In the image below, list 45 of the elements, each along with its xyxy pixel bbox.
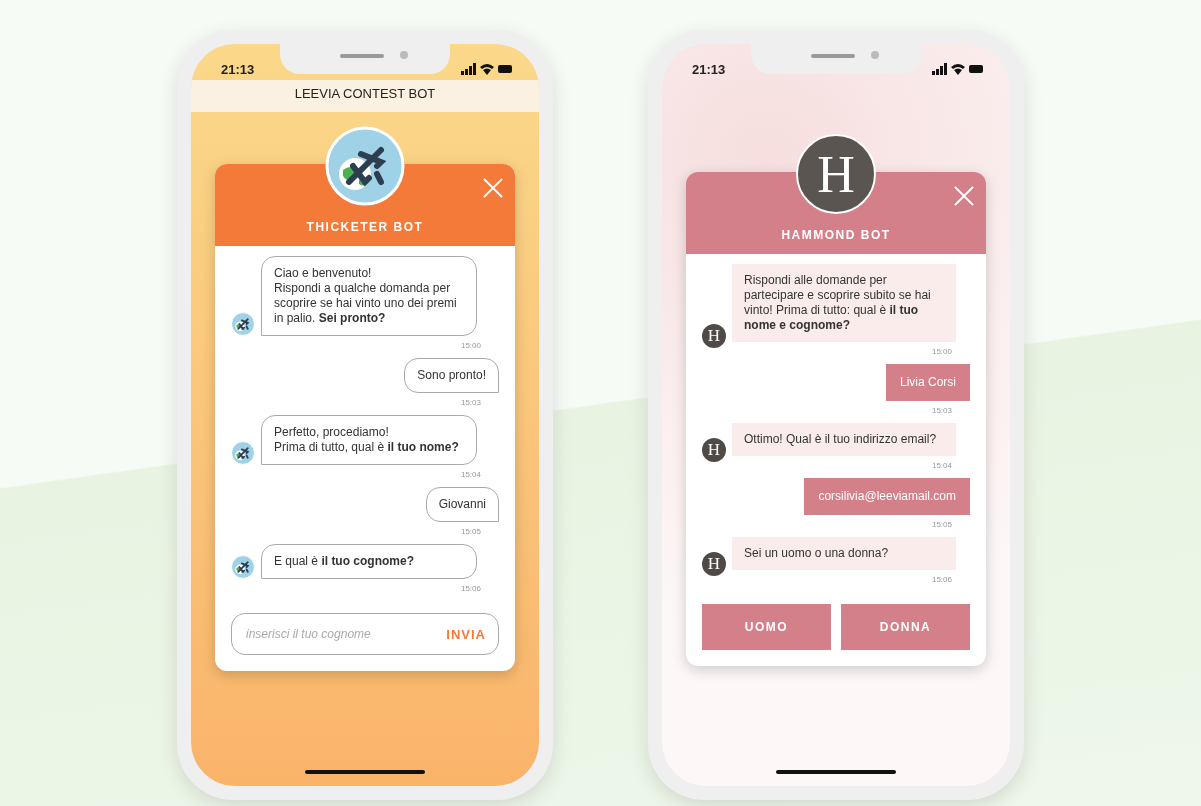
message-time: 15:06 xyxy=(930,574,953,586)
bot-name: HAMMOND BOT xyxy=(781,228,891,242)
status-time: 21:13 xyxy=(692,61,726,77)
bot-avatar: H xyxy=(702,438,726,462)
bot-logo: H xyxy=(796,134,876,214)
bot-avatar: H xyxy=(702,552,726,576)
send-button[interactable]: INVIA xyxy=(446,626,486,642)
app-title: LEEVIA CONTEST BOT xyxy=(294,86,436,101)
plane-logo-icon xyxy=(325,126,405,206)
bot-message: Sei un uomo o una donna? xyxy=(732,537,956,570)
close-icon[interactable] xyxy=(483,178,503,198)
message-time: 15:05 xyxy=(459,526,482,538)
status-icons xyxy=(461,63,513,75)
message-time: 15:04 xyxy=(459,469,482,481)
message-time: 15:03 xyxy=(459,397,482,409)
bot-message: E qual è il tuo cognome? xyxy=(261,544,477,579)
speaker-grille xyxy=(811,54,855,58)
choice-button[interactable]: DONNA xyxy=(841,604,970,650)
plane-avatar-icon xyxy=(231,441,255,465)
bot-message: Ottimo! Qual è il tuo indirizzo email? xyxy=(732,423,956,456)
plane-avatar-icon xyxy=(231,312,255,336)
choice-button[interactable]: UOMO xyxy=(702,604,831,650)
close-icon[interactable] xyxy=(954,186,974,206)
message-time: 15:06 xyxy=(459,583,482,595)
message-time: 15:05 xyxy=(930,519,953,531)
bot-message: Perfetto, procediamo! Prima di tutto, qual è il tuo nome? xyxy=(261,415,477,465)
message-time: 15:00 xyxy=(930,346,953,358)
user-message: Sono pronto! xyxy=(404,358,499,393)
bot-avatar: H xyxy=(702,324,726,348)
status-icons xyxy=(932,63,984,75)
message-input[interactable]: inserisci il tuo cognome INVIA xyxy=(231,613,499,655)
speaker-grille xyxy=(340,54,384,58)
plane-avatar-icon xyxy=(231,555,255,579)
camera-dot xyxy=(871,51,879,59)
message-time: 15:04 xyxy=(930,460,953,472)
camera-dot xyxy=(400,51,408,59)
user-message: Livia Corsi xyxy=(886,364,970,401)
bot-name: THICKETER BOT xyxy=(306,220,424,234)
bot-message: Rispondi alle domande per partecipare e scoprire subito se hai vinto! Prima di tutto: qual è il tuo nome e cognome? xyxy=(732,264,956,342)
status-time: 21:13 xyxy=(221,61,255,77)
message-time: 15:00 xyxy=(459,340,482,352)
user-message: Giovanni xyxy=(425,487,499,522)
user-message: corsilivia@leeviamail.com xyxy=(804,478,970,515)
message-time: 15:03 xyxy=(930,405,953,417)
bot-message: Ciao e benvenuto! Rispondi a qualche domanda per scoprire se hai vinto uno dei premi in palio. Sei pronto? xyxy=(261,256,477,336)
